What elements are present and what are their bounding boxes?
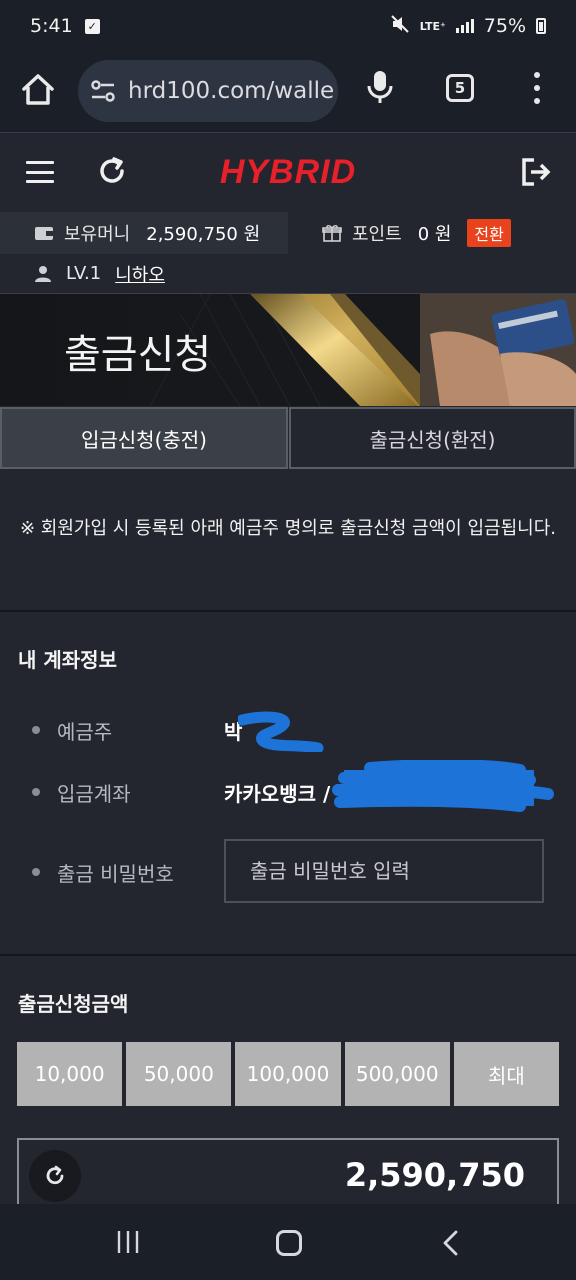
bullet-icon xyxy=(32,788,40,796)
amount-50000-button[interactable]: 50,000 xyxy=(126,1042,232,1106)
exchange-button[interactable]: 전환 xyxy=(467,219,511,247)
user-icon xyxy=(34,265,52,283)
gift-icon xyxy=(322,224,342,242)
microphone-icon[interactable] xyxy=(366,69,394,105)
amount-section-title: 출금신청금액 xyxy=(18,992,129,1016)
browser-toolbar: hrd100.com/walle 5 xyxy=(0,52,576,132)
home-nav-icon[interactable] xyxy=(276,1230,302,1256)
quick-amount-buttons: 10,000 50,000 100,000 500,000 최대 xyxy=(17,1042,560,1106)
point-balance: 포인트 0 원 전환 xyxy=(288,212,576,254)
bank-account-value: 카카오뱅크 / xyxy=(224,781,331,806)
url-bar[interactable]: hrd100.com/walle xyxy=(78,60,338,122)
account-section-title: 내 계좌정보 xyxy=(18,648,117,672)
account-holder-value: 박 xyxy=(224,719,243,744)
recent-apps-icon[interactable] xyxy=(116,1230,140,1254)
logout-icon[interactable] xyxy=(520,157,552,187)
user-info-bar: LV.1 니하오 xyxy=(0,254,576,294)
network-type: LTE⁺ xyxy=(419,19,446,33)
withdraw-amount-value: 2,590,750 xyxy=(344,1156,525,1194)
bank-account-label: 입금계좌 xyxy=(57,781,131,806)
more-menu-icon[interactable] xyxy=(530,72,544,104)
point-value: 0 원 xyxy=(417,224,452,245)
user-level: LV.1 xyxy=(66,263,102,284)
tab-withdraw[interactable]: 출금신청(환전) xyxy=(289,407,576,469)
battery-percent: 75% xyxy=(483,15,526,37)
bullet-icon xyxy=(32,726,40,734)
signal-icon xyxy=(455,19,474,33)
tab-switcher-button[interactable]: 5 xyxy=(446,74,474,102)
withdraw-password-input[interactable] xyxy=(224,839,544,903)
battery-icon xyxy=(536,18,546,34)
notification-check-icon: ✓ xyxy=(84,18,100,34)
account-holder-label: 예금주 xyxy=(57,719,113,744)
redaction-scribble xyxy=(332,760,554,812)
amount-500000-button[interactable]: 500,000 xyxy=(344,1042,450,1106)
money-balance: 보유머니 2,590,750 원 xyxy=(0,212,288,254)
site-settings-icon[interactable] xyxy=(90,79,116,103)
withdraw-amount-section: 출금신청금액 10,000 50,000 100,000 500,000 최대 … xyxy=(0,954,576,1216)
reset-amount-button[interactable] xyxy=(29,1150,81,1202)
withdraw-notice: ※ 회원가입 시 등록된 아래 예금주 명의로 출금신청 금액이 입금됩니다. xyxy=(20,518,556,539)
bank-account-row: 입금계좌 카카오뱅크 / xyxy=(0,760,576,812)
site-logo[interactable]: HYBRID xyxy=(206,152,370,192)
money-label: 보유머니 xyxy=(64,224,131,245)
user-name-link[interactable]: 니하오 xyxy=(115,261,165,287)
back-nav-icon[interactable] xyxy=(440,1230,460,1256)
amount-max-button[interactable]: 최대 xyxy=(453,1042,560,1106)
redaction-scribble xyxy=(238,711,324,752)
mute-icon xyxy=(390,15,410,37)
system-nav-bar xyxy=(0,1204,576,1280)
account-holder-row: 예금주 박 xyxy=(0,710,576,752)
home-icon[interactable] xyxy=(20,72,56,108)
wallet-icon xyxy=(34,225,54,241)
amount-10000-button[interactable]: 10,000 xyxy=(17,1042,123,1106)
tab-deposit[interactable]: 입금신청(충전) xyxy=(0,407,288,469)
hamburger-menu-icon[interactable] xyxy=(26,161,54,183)
site-header: HYBRID xyxy=(0,132,576,212)
balance-bar: 보유머니 2,590,750 원 포인트 0 원 전환 xyxy=(0,212,576,254)
page-title: 출금신청 xyxy=(64,332,212,378)
url-text: hrd100.com/walle xyxy=(128,78,335,104)
page-banner: 출금신청 xyxy=(0,294,576,406)
withdraw-password-label: 출금 비밀번호 xyxy=(57,861,174,886)
account-info-section: 내 계좌정보 예금주 박 입금계좌 카카오뱅크 / 출금 비밀번호 xyxy=(0,610,576,954)
reset-icon xyxy=(46,1165,64,1185)
status-time: 5:41 xyxy=(30,15,73,37)
status-bar: 5:41 ✓ LTE⁺ 75% xyxy=(0,0,576,52)
bullet-icon xyxy=(32,868,40,876)
amount-100000-button[interactable]: 100,000 xyxy=(235,1042,341,1106)
money-value: 2,590,750 원 xyxy=(146,224,261,245)
refresh-icon[interactable] xyxy=(96,155,128,187)
point-label: 포인트 xyxy=(352,224,402,245)
